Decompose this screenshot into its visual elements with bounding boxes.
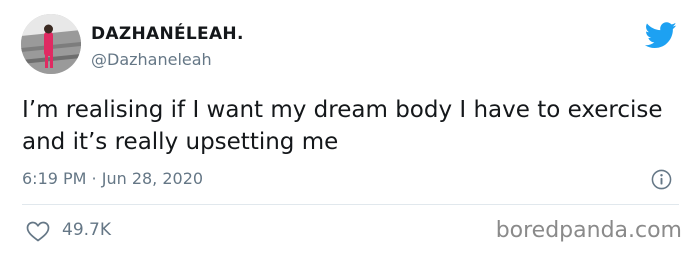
tweet-timestamp[interactable]: 6:19 PM · Jun 28, 2020 bbox=[22, 169, 203, 188]
info-icon[interactable] bbox=[651, 169, 672, 190]
watermark: boredpanda.com bbox=[495, 218, 682, 243]
divider bbox=[22, 204, 679, 205]
display-name[interactable]: DAZHANÉLEAH. bbox=[91, 24, 244, 44]
avatar-photo bbox=[21, 14, 81, 74]
tweet-card: DAZHANÉLEAH. @Dazhaneleah I’m realising … bbox=[0, 0, 700, 257]
twitter-bird-icon[interactable] bbox=[645, 22, 677, 49]
heart-icon[interactable] bbox=[26, 221, 50, 242]
avatar[interactable] bbox=[21, 14, 81, 74]
user-handle[interactable]: @Dazhaneleah bbox=[91, 50, 212, 69]
like-count: 49.7K bbox=[62, 220, 111, 240]
tweet-text: I’m realising if I want my dream body I … bbox=[22, 97, 663, 155]
